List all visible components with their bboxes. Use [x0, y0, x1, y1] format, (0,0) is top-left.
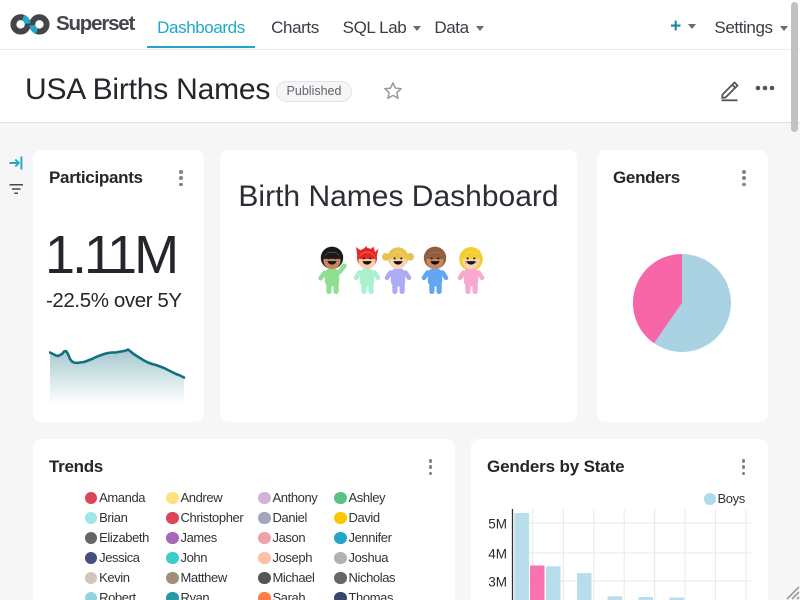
svg-text:3M: 3M	[488, 575, 507, 590]
svg-text:4M: 4M	[488, 547, 507, 562]
svg-text:5M: 5M	[488, 517, 507, 532]
